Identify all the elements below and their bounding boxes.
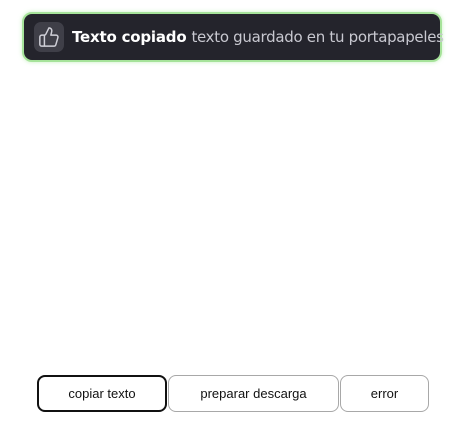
toast-message: texto guardado en tu portapapeles [191, 28, 444, 46]
toast-notification: Texto copiado texto guardado en tu porta… [22, 12, 444, 62]
page: Texto copiado texto guardado en tu porta… [0, 0, 455, 421]
error-button[interactable]: error [340, 375, 429, 412]
copy-text-button[interactable]: copiar texto [37, 375, 167, 412]
thumbs-up-icon [34, 22, 64, 52]
toast-title: Texto copiado [72, 28, 187, 46]
prepare-download-button[interactable]: preparar descarga [168, 375, 339, 412]
